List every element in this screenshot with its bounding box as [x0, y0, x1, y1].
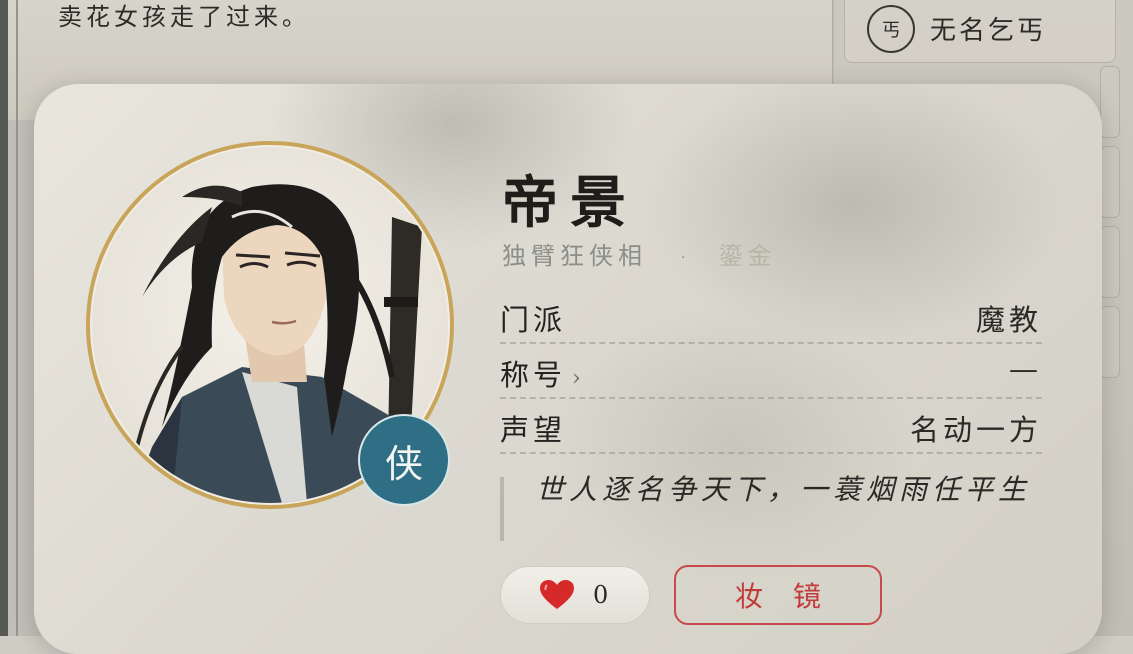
mirror-button[interactable]: 妆镜	[674, 565, 882, 625]
rarity-label: 鎏金	[718, 242, 777, 270]
sect-label: 门派	[500, 303, 567, 337]
character-name: 帝景	[502, 170, 638, 236]
motto-text: 世人逐名争天下，一蓑烟雨任平生	[536, 473, 1032, 506]
character-subtitle: 独臂狂侠相 · 鎏金	[502, 236, 776, 271]
sect-row: 门派 魔教	[500, 287, 1042, 344]
reputation-value: 名动一方	[909, 413, 1042, 447]
honorific-label[interactable]: 称号 ›	[500, 352, 585, 394]
character-profile-card: 侠 帝景 独臂狂侠相 · 鎏金 门派 魔教 称号 › — 声望 名动一方 世人逐名争天…	[34, 84, 1102, 654]
reputation-row: 声望 名动一方	[500, 397, 1042, 454]
subtitle-separator: ·	[681, 249, 691, 266]
honorific-value: —	[1009, 352, 1042, 386]
sect-value: 魔教	[975, 303, 1042, 337]
like-count: 0	[593, 581, 609, 609]
honorific-row[interactable]: 称号 › —	[500, 342, 1042, 399]
heart-icon	[540, 580, 574, 609]
like-button[interactable]: 0	[500, 566, 650, 624]
honorific-label-text: 称号	[500, 358, 567, 392]
character-title-tag: 独臂狂侠相	[502, 242, 647, 270]
hero-class-badge: 侠	[358, 414, 450, 506]
chevron-right-icon: ›	[572, 366, 585, 391]
reputation-label: 声望	[500, 413, 567, 447]
motto-quote: 世人逐名争天下，一蓑烟雨任平生	[500, 473, 1044, 541]
